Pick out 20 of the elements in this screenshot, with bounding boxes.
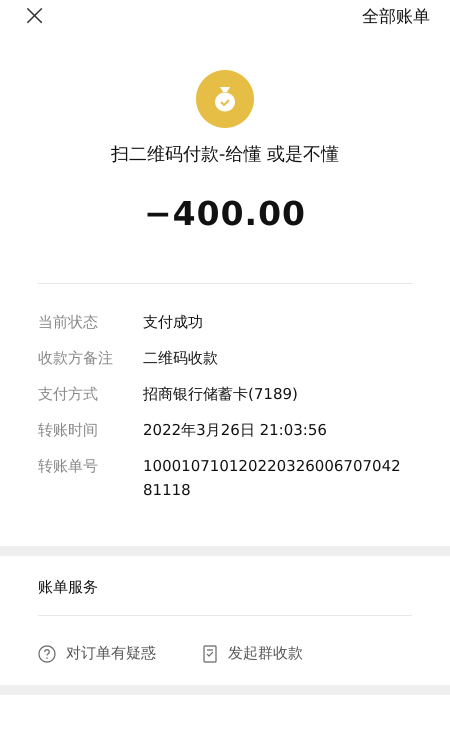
all-bills-link[interactable]: 全部账单 bbox=[362, 4, 430, 28]
help-icon bbox=[38, 644, 56, 662]
payee-title: 扫二维码付款-给懂 或是不懂 bbox=[110, 143, 340, 166]
detail-label: 当前状态 bbox=[38, 312, 99, 333]
section-title: 账单服务 bbox=[38, 578, 99, 597]
receipt-icon bbox=[202, 644, 218, 662]
detail-label: 转账单号 bbox=[38, 456, 99, 477]
money-bag-icon bbox=[196, 70, 254, 128]
close-button[interactable]: × bbox=[22, 1, 48, 31]
detail-value: 支付成功 bbox=[143, 312, 204, 333]
detail-label: 收款方备注 bbox=[38, 348, 114, 369]
detail-label: 支付方式 bbox=[38, 384, 99, 405]
detail-value: 2022年3月26日 21:03:56 bbox=[143, 420, 328, 441]
detail-value: 招商银行储蓄卡(7189) bbox=[143, 384, 299, 405]
question-link[interactable]: 对订单有疑惑 bbox=[38, 644, 156, 663]
detail-value: 二维码收款 bbox=[143, 348, 219, 369]
detail-label: 转账时间 bbox=[38, 420, 99, 441]
group-collect-link[interactable]: 发起群收款 bbox=[202, 644, 303, 663]
detail-value: 100010710120220326006707042 81118 bbox=[143, 456, 402, 501]
amount: −400.00 bbox=[144, 194, 306, 233]
